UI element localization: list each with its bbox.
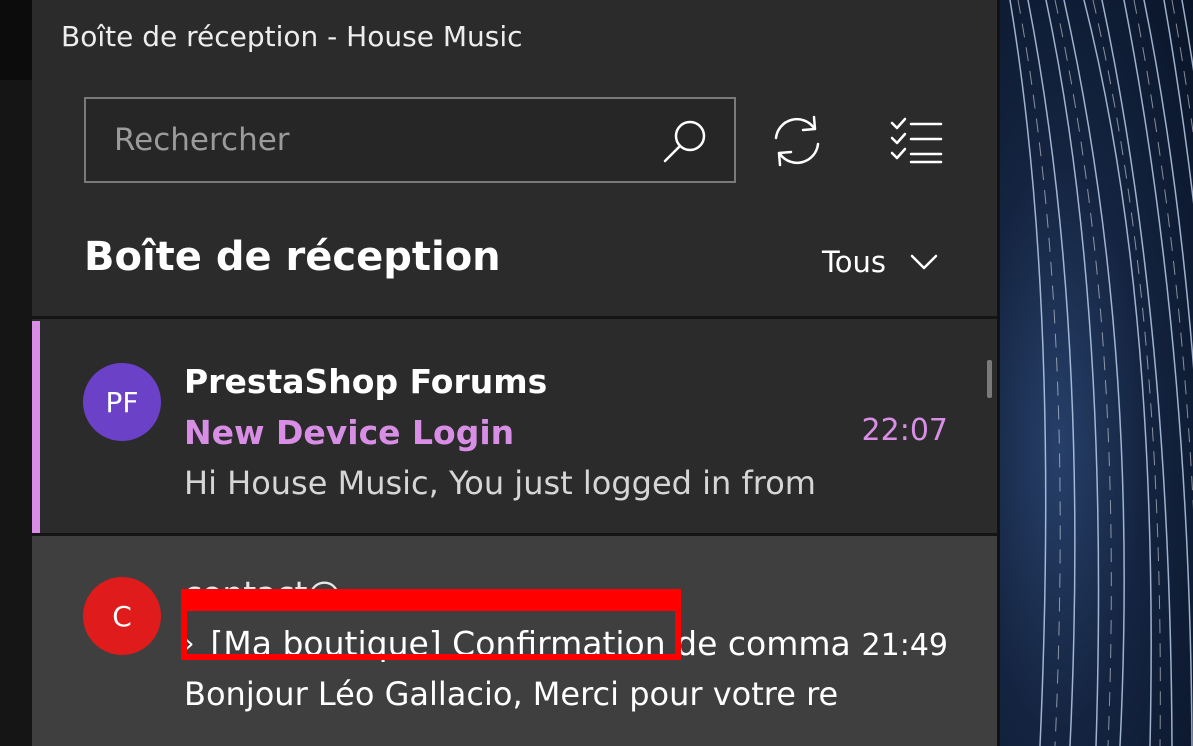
avatar: C [83, 577, 161, 655]
scrollbar[interactable] [987, 360, 992, 398]
message-preview: Hi House Music, You just logged in from [184, 464, 816, 502]
filter-dropdown[interactable]: Tous [822, 245, 938, 279]
panel-border [997, 0, 1000, 746]
checklist-icon[interactable] [887, 116, 945, 166]
window-title: Boîte de réception - House Music [61, 20, 523, 53]
search-input[interactable] [86, 99, 674, 181]
chevron-down-icon [910, 254, 938, 270]
message-list-item[interactable]: PF PrestaShop Forums New Device Login 22… [32, 321, 998, 533]
desktop-wallpaper [1000, 0, 1193, 746]
message-subject: New Device Login [184, 413, 515, 452]
mail-panel: Boîte de réception - House Music Boîte d… [32, 0, 998, 746]
message-time: 22:07 [861, 413, 948, 448]
message-sender: PrestaShop Forums [184, 362, 548, 401]
message-list-item[interactable]: C contact@... ›[Ma boutique] Confirmatio… [32, 536, 998, 746]
filter-label: Tous [822, 245, 887, 279]
background-window-strip [0, 0, 32, 80]
folder-title: Boîte de réception [84, 234, 501, 280]
unread-indicator [32, 321, 40, 533]
sync-icon[interactable] [768, 114, 826, 168]
search-box[interactable] [84, 97, 736, 183]
background-window [0, 0, 32, 746]
message-time: 21:49 [861, 628, 948, 663]
search-icon[interactable] [658, 117, 714, 167]
avatar: PF [83, 363, 161, 441]
message-preview: Bonjour Léo Gallacio, Merci pour votre r… [184, 675, 839, 713]
header-divider [32, 316, 998, 319]
annotation-highlight-box [181, 589, 681, 660]
star-trails [1009, 0, 1193, 746]
